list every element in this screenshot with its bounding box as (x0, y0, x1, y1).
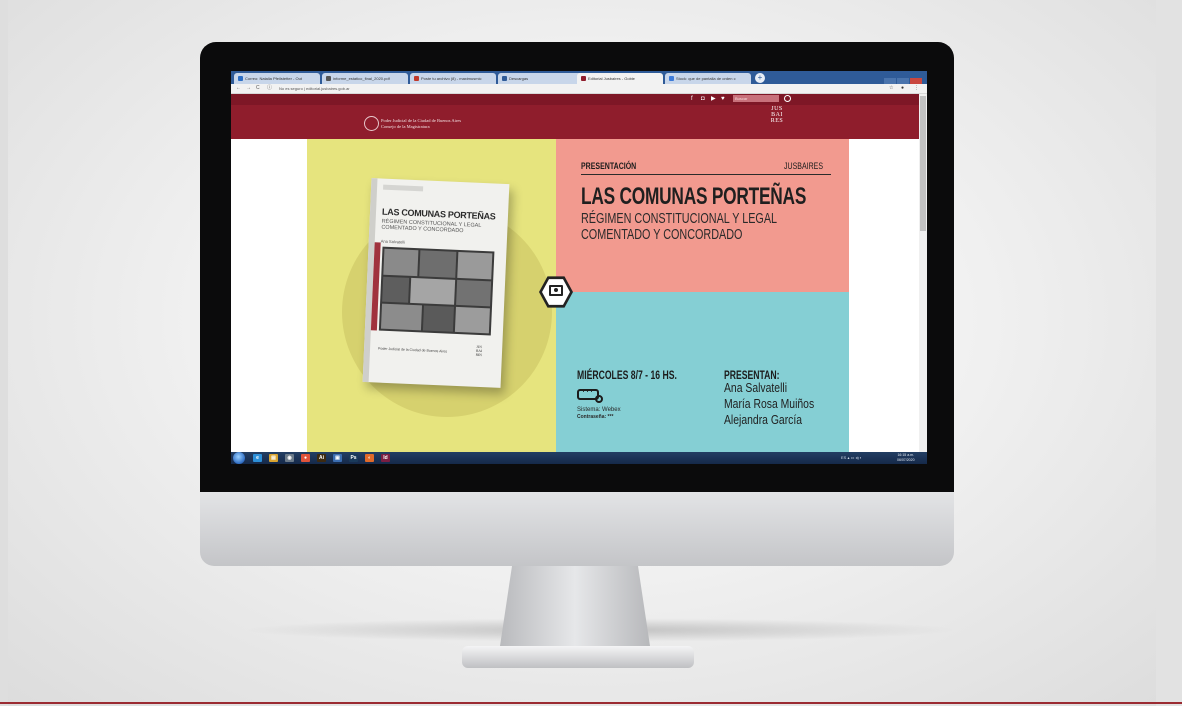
browser-menu-icon[interactable]: ⋮ (914, 85, 919, 92)
bookmark-star-icon[interactable]: ☆ (889, 85, 893, 92)
browser-tab-bar: Correo: Natalia Pfeilstetter - Out infor… (231, 71, 927, 85)
youtube-icon[interactable]: ▶ (711, 95, 716, 103)
event-subtitle-line-2: COMENTADO Y CONCORDADO (581, 226, 743, 243)
book-top-band (383, 184, 424, 192)
book-publisher: Poder Judicial de la Ciudad de Buenos Ai… (377, 346, 448, 354)
collage-photo (410, 277, 456, 305)
monitor-base (462, 646, 694, 668)
taskbar-ie-icon[interactable]: e (253, 454, 262, 462)
scrollbar-thumb[interactable] (920, 96, 926, 231)
jusbaires-favicon (581, 76, 586, 82)
jus-logo-line: RES (770, 118, 784, 124)
profile-icon[interactable]: ● (901, 85, 904, 92)
forward-button[interactable]: → (246, 84, 251, 93)
book-photo-collage (378, 246, 495, 336)
page-scrollbar[interactable] (919, 94, 927, 452)
book-logo-line: RES (475, 352, 483, 358)
system-tray[interactable]: ES ▴ ▭ ◂) ▪ (841, 454, 861, 462)
collage-photo (422, 305, 454, 332)
taskbar-indesign-icon[interactable]: Id (381, 454, 390, 462)
jusbaires-brand: JUSBAIRES (784, 161, 824, 171)
search-icon[interactable] (784, 95, 791, 102)
site-search-input[interactable]: Buscar (733, 95, 779, 102)
event-date-time: MIÉRCOLES 8/7 - 16 HS. (577, 368, 677, 382)
monitor-neck (500, 566, 650, 646)
screen: Correo: Natalia Pfeilstetter - Out infor… (231, 71, 927, 464)
address-bar: ← → C ⓘ No es seguro | editorial.jusbair… (231, 84, 927, 94)
reload-button[interactable]: C (256, 84, 260, 93)
tab-poste[interactable]: Poste tu archivo (8) - maximusmic (410, 73, 496, 84)
twitter-icon[interactable]: ♥ (721, 95, 725, 103)
taskbar-illustrator-icon[interactable]: Ai (317, 454, 326, 462)
collage-photo (419, 250, 457, 278)
collage-photo (454, 306, 490, 334)
institution-line-2: Consejo de la Magistratura (381, 124, 430, 129)
website: f ◘ ▶ ♥ Buscar Poder Judicial de la Ciud… (231, 94, 919, 452)
tab-label: informe_estatico_final_2020.pdf (333, 76, 390, 81)
webex-password: Contraseña: *** (577, 414, 614, 420)
url-field[interactable]: No es seguro | editorial.jusbaires.gob.a… (279, 85, 350, 92)
tab-informe[interactable]: informe_estatico_final_2020.pdf (322, 73, 408, 84)
flyer-yellow-panel: LAS COMUNAS PORTEÑAS RÉGIMEN CONSTITUCIO… (307, 139, 556, 452)
tab-label: Editorial Jusbaires - Gobie (588, 76, 635, 81)
taskbar-app-icon[interactable]: ▣ (333, 454, 342, 462)
monitor-chin (200, 492, 954, 566)
taskbar-clock[interactable]: 16:15 a.m. 06/07/2020 (897, 453, 915, 463)
online-presenter-icon (549, 285, 563, 296)
facebook-icon[interactable]: f (691, 95, 693, 103)
jusbaires-logo[interactable]: JUS BAI RES (766, 106, 788, 124)
taskbar-media-icon[interactable]: ◉ (285, 454, 294, 462)
presenter-name: Ana Salvatelli (724, 380, 788, 395)
book-subtitle: RÉGIMEN CONSTITUCIONAL Y LEGAL COMENTADO… (381, 218, 482, 235)
book-cover: LAS COMUNAS PORTEÑAS RÉGIMEN CONSTITUCIO… (362, 178, 510, 388)
globe-icon (326, 76, 331, 82)
institution-name: Poder Judicial de la Ciudad de Buenos Ai… (381, 118, 461, 130)
tab-label: Correo: Natalia Pfeilstetter - Out (245, 76, 302, 81)
tab-stock[interactable]: Stock: que de pantalla de orden c (665, 73, 751, 84)
collage-photo (382, 276, 410, 303)
window-controls (883, 72, 925, 85)
taskbar-photoshop-icon[interactable]: Ps (349, 454, 358, 462)
tab-editorial-jusbaires[interactable]: Editorial Jusbaires - Gobie (577, 73, 663, 84)
windows-taskbar: e ▤ ◉ ● Ai ▣ Ps ◐ Id ES ▴ ▭ ◂) ▪ 16:15 a… (231, 452, 927, 464)
collage-photo (380, 303, 423, 331)
site-header: f ◘ ▶ ♥ Buscar Poder Judicial de la Ciud… (231, 94, 919, 139)
google-icon (669, 76, 674, 82)
back-button[interactable]: ← (236, 84, 241, 93)
site-topline (231, 94, 919, 105)
monitor: Correo: Natalia Pfeilstetter - Out infor… (200, 42, 954, 566)
tab-label: Descargas (509, 76, 529, 81)
collage-photo (457, 251, 493, 280)
collage-photo (456, 279, 492, 307)
clock-date: 06/07/2020 (897, 458, 915, 462)
gmail-icon (414, 76, 419, 82)
new-tab-button[interactable]: + (755, 73, 765, 83)
presenter-name: María Rosa Muiños (724, 396, 815, 411)
presenter-name: Alejandra García (724, 412, 803, 427)
tab-label: Stock: que de pantalla de orden c (676, 76, 736, 81)
book-author: Ana Salvatelli (380, 238, 406, 245)
instagram-icon[interactable]: ◘ (701, 95, 705, 103)
event-subtitle-line-1: RÉGIMEN CONSTITUCIONAL Y LEGAL (581, 210, 778, 227)
start-button[interactable] (233, 452, 245, 464)
tab-label: Poste tu archivo (8) - maximusmic (421, 76, 482, 81)
event-flyer[interactable]: LAS COMUNAS PORTEÑAS RÉGIMEN CONSTITUCIO… (307, 139, 849, 452)
book-jusbaires-logo: JUS BAI RES (472, 345, 487, 358)
collage-photo (383, 248, 419, 277)
mail-icon (238, 76, 243, 82)
bottom-accent-line (0, 702, 1182, 704)
site-info-icon[interactable]: ⓘ (267, 84, 272, 93)
presentacion-label: PRESENTACIÓN (581, 161, 637, 171)
download-icon (502, 76, 507, 82)
taskbar-firefox-icon[interactable]: ◐ (365, 454, 374, 462)
event-title: LAS COMUNAS PORTEÑAS (581, 183, 807, 210)
taskbar-chrome-icon[interactable]: ● (301, 454, 310, 462)
poder-judicial-logo[interactable] (364, 116, 379, 131)
taskbar-explorer-icon[interactable]: ▤ (269, 454, 278, 462)
webex-system: Sistema: Webex (577, 407, 621, 413)
header-rule (581, 174, 831, 175)
tab-correo[interactable]: Correo: Natalia Pfeilstetter - Out (234, 73, 320, 84)
tab-descargas[interactable]: Descargas (498, 73, 584, 84)
lock-icon (595, 395, 603, 403)
